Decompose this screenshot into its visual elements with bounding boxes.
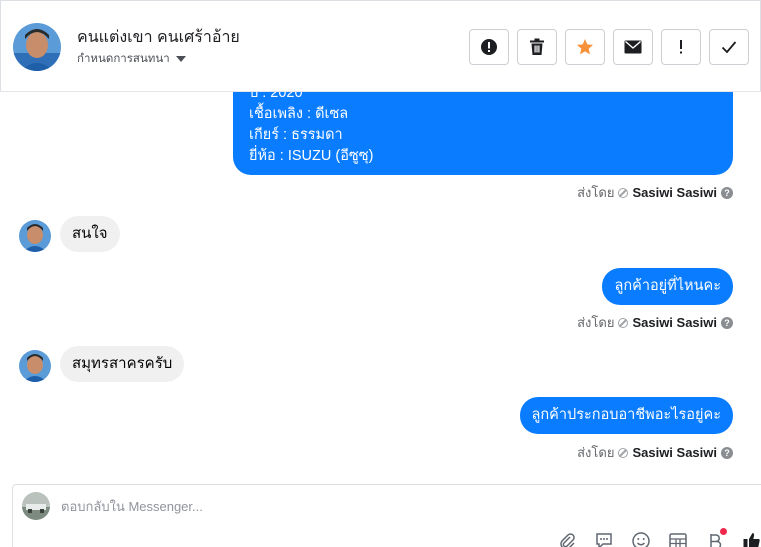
mark-spam-button[interactable] (469, 29, 509, 65)
star-icon (577, 39, 593, 55)
saved-reply-icon (596, 533, 612, 547)
outgoing-message[interactable]: ลูกค้าอยู่ที่ไหนคะ (602, 268, 733, 305)
sent-by-prefix: ส่งโดย (577, 315, 615, 330)
message-line: ยี่ห้อ : ISUZU (อีซูซุ) (249, 148, 374, 164)
envelope-icon (624, 40, 642, 54)
checkmark-icon (721, 41, 737, 54)
sender-name[interactable]: Sasiwi Sasiwi (632, 185, 717, 200)
sent-by-label: ส่งโดย Sasiwi Sasiwi ? (577, 182, 733, 203)
sent-by-label: ส่งโดย Sasiwi Sasiwi ? (577, 442, 733, 463)
trash-icon (530, 38, 544, 55)
notification-dot (720, 528, 727, 535)
follow-up-button[interactable] (661, 29, 701, 65)
message-line: เชื้อเพลิง : ดีเซล (249, 106, 349, 122)
mark-unread-button[interactable] (613, 29, 653, 65)
contact-avatar-small[interactable] (19, 350, 51, 382)
emoji-icon (632, 532, 650, 547)
page-icon (618, 447, 629, 458)
alert-circle-icon (481, 39, 497, 55)
gif-button[interactable] (666, 529, 690, 547)
outgoing-message[interactable]: ปี : 2020 เชื้อเพลิง : ดีเซล เกียร์ : ธร… (233, 92, 733, 175)
paperclip-icon (560, 533, 575, 547)
message-line: เกียร์ : ธรรมดา (249, 127, 343, 143)
help-icon[interactable]: ? (721, 186, 733, 199)
conversation-toolbar (469, 29, 749, 65)
conversation-schedule-dropdown[interactable]: กำหนดการสนทนา (77, 50, 186, 68)
like-button[interactable] (740, 529, 761, 547)
sender-name[interactable]: Sasiwi Sasiwi (632, 315, 717, 330)
gif-icon (669, 533, 687, 547)
subtitle-label: กำหนดการสนทนา (77, 53, 170, 65)
star-button[interactable] (565, 29, 605, 65)
mark-done-button[interactable] (709, 29, 749, 65)
incoming-message[interactable]: สนใจ (60, 216, 120, 252)
delete-button[interactable] (517, 29, 557, 65)
reply-composer (12, 484, 761, 547)
caret-down-icon (175, 56, 186, 62)
contact-avatar[interactable] (13, 23, 61, 71)
saved-replies-button[interactable] (592, 529, 616, 547)
page-icon (618, 317, 629, 328)
sent-by-prefix: ส่งโดย (577, 445, 615, 460)
contact-avatar-small[interactable] (19, 220, 51, 252)
page-avatar (22, 492, 50, 520)
emoji-button[interactable] (629, 529, 653, 547)
help-icon[interactable]: ? (721, 316, 733, 329)
attach-button[interactable] (555, 529, 579, 547)
sent-by-label: ส่งโดย Sasiwi Sasiwi ? (577, 312, 733, 333)
incoming-message[interactable]: สมุทรสาครครับ (60, 346, 185, 382)
like-icon (743, 533, 760, 547)
reply-input[interactable] (61, 495, 621, 517)
help-icon[interactable]: ? (721, 446, 733, 459)
message-thread[interactable]: ปี : 2020 เชื้อเพลิง : ดีเซล เกียร์ : ธร… (0, 92, 761, 482)
page-icon (618, 187, 629, 198)
outgoing-message[interactable]: ลูกค้าประกอบอาชีพอะไรอยู่คะ (519, 397, 733, 434)
exclamation-icon (680, 40, 682, 54)
contact-name[interactable]: คนแต่งเขา คนเศร้าอ้าย (77, 25, 240, 50)
sent-by-prefix: ส่งโดย (577, 185, 615, 200)
payment-button[interactable] (703, 528, 727, 547)
composer-toolbar (555, 528, 761, 547)
sender-name[interactable]: Sasiwi Sasiwi (632, 445, 717, 460)
conversation-header: คนแต่งเขา คนเศร้าอ้าย กำหนดการสนทนา (0, 0, 761, 92)
message-line: ปี : 2020 (249, 92, 303, 101)
